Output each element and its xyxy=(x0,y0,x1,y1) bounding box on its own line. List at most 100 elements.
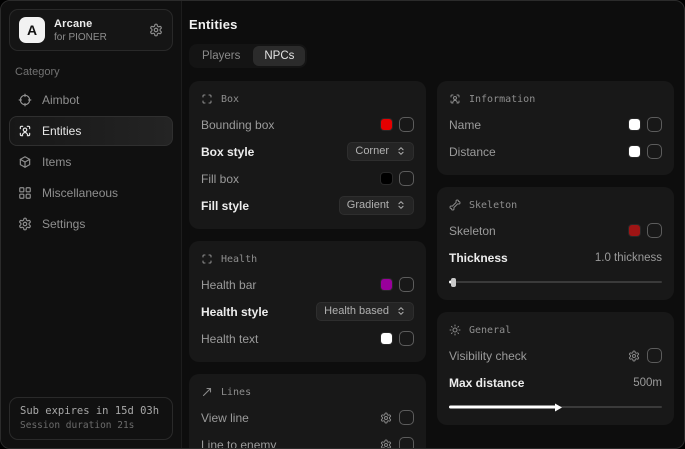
health-text-row: Health text xyxy=(201,328,414,349)
grid-icon xyxy=(18,186,32,200)
sub-expiry-text: Sub expires in 15d 03h xyxy=(20,405,162,417)
sidebar-item-aimbot[interactable]: Aimbot xyxy=(9,85,173,115)
main-panel: Entities Players NPCs Box Bounding box xyxy=(182,1,684,448)
fill-style-select[interactable]: Gradient xyxy=(339,196,414,215)
row-label: Health bar xyxy=(201,278,256,292)
fill-box-checkbox[interactable] xyxy=(399,171,414,186)
select-value: Health based xyxy=(324,305,389,317)
visibility-check-checkbox[interactable] xyxy=(647,348,662,363)
scan-brackets-icon xyxy=(201,253,213,265)
chevrons-up-down-icon xyxy=(396,200,406,210)
card-title: Information xyxy=(469,94,535,105)
tab-npcs[interactable]: NPCs xyxy=(253,46,305,66)
health-card-header: Health xyxy=(201,251,414,268)
health-style-select[interactable]: Health based xyxy=(316,302,414,321)
box-card: Box Bounding box Box style Corner xyxy=(189,81,426,229)
sidebar-item-label: Items xyxy=(42,155,71,169)
chevrons-up-down-icon xyxy=(396,146,406,156)
max-distance-row: Max distance 500m xyxy=(449,372,662,393)
brand-text: Arcane for PIONER xyxy=(54,18,107,43)
row-label: Max distance xyxy=(449,376,524,390)
box-style-select[interactable]: Corner xyxy=(347,142,414,161)
card-title: General xyxy=(469,325,511,336)
bounding-box-row: Bounding box xyxy=(201,114,414,135)
name-checkbox[interactable] xyxy=(647,117,662,132)
user-scan-icon xyxy=(449,93,461,105)
color-swatch[interactable] xyxy=(381,279,392,290)
row-label: Name xyxy=(449,118,481,132)
slider-handle[interactable] xyxy=(555,403,562,411)
brand-card: A Arcane for PIONER xyxy=(9,9,173,51)
row-label: Skeleton xyxy=(449,224,496,238)
card-title: Skeleton xyxy=(469,200,517,211)
page-title: Entities xyxy=(189,17,674,32)
sidebar-item-items[interactable]: Items xyxy=(9,147,173,177)
gear-icon xyxy=(18,217,32,231)
thickness-value: 1.0 thickness xyxy=(595,252,662,264)
row-label: Health style xyxy=(201,305,268,319)
gear-icon xyxy=(628,350,640,362)
information-card-header: Information xyxy=(449,91,662,108)
color-swatch[interactable] xyxy=(629,146,640,157)
name-row: Name xyxy=(449,114,662,135)
color-swatch[interactable] xyxy=(629,119,640,130)
sidebar-item-label: Settings xyxy=(42,217,85,231)
left-column: Box Bounding box Box style Corner xyxy=(189,81,426,448)
app-subtitle: for PIONER xyxy=(54,32,107,43)
max-distance-slider[interactable] xyxy=(449,402,662,412)
settings-gear-button[interactable] xyxy=(149,23,163,37)
general-card-header: General xyxy=(449,322,662,339)
color-swatch[interactable] xyxy=(381,119,392,130)
distance-checkbox[interactable] xyxy=(647,144,662,159)
row-label: View line xyxy=(201,411,249,425)
bounding-box-checkbox[interactable] xyxy=(399,117,414,132)
app-logo: A xyxy=(19,17,45,43)
row-label: Thickness xyxy=(449,251,508,265)
row-label: Health text xyxy=(201,332,258,346)
slider-track xyxy=(449,281,662,283)
line-to-enemy-settings-button[interactable] xyxy=(380,439,392,449)
slider-handle[interactable] xyxy=(451,278,456,287)
color-swatch[interactable] xyxy=(629,225,640,236)
view-line-row: View line xyxy=(201,407,414,428)
lines-card-header: Lines xyxy=(201,384,414,401)
gear-icon xyxy=(149,23,163,37)
general-card: General Visibility check Max distance xyxy=(437,312,674,425)
package-icon xyxy=(18,155,32,169)
fill-style-row: Fill style Gradient xyxy=(201,195,414,216)
sidebar-item-miscellaneous[interactable]: Miscellaneous xyxy=(9,178,173,208)
row-label: Distance xyxy=(449,145,496,159)
skeleton-card-header: Skeleton xyxy=(449,197,662,214)
color-swatch[interactable] xyxy=(381,173,392,184)
subscription-card: Sub expires in 15d 03h Session duration … xyxy=(9,397,173,440)
slider-fill xyxy=(449,406,556,409)
view-line-settings-button[interactable] xyxy=(380,412,392,424)
line-to-enemy-checkbox[interactable] xyxy=(399,437,414,448)
skeleton-checkbox[interactable] xyxy=(647,223,662,238)
select-value: Corner xyxy=(355,145,389,157)
sun-icon xyxy=(449,324,461,336)
color-swatch[interactable] xyxy=(381,333,392,344)
health-card: Health Health bar Health style Health ba… xyxy=(189,241,426,362)
row-label: Visibility check xyxy=(449,349,527,363)
sidebar-item-settings[interactable]: Settings xyxy=(9,209,173,239)
visibility-check-settings-button[interactable] xyxy=(628,350,640,362)
right-column: Information Name Distance xyxy=(437,81,674,425)
category-label: Category xyxy=(15,66,167,78)
crosshair-icon xyxy=(18,93,32,107)
gear-icon xyxy=(380,412,392,424)
sidebar-item-label: Aimbot xyxy=(42,93,79,107)
lines-card: Lines View line Line to enemy xyxy=(189,374,426,448)
session-duration-text: Session duration 21s xyxy=(20,420,162,431)
sidebar-item-entities[interactable]: Entities xyxy=(9,116,173,146)
thickness-slider[interactable] xyxy=(449,277,662,287)
health-text-checkbox[interactable] xyxy=(399,331,414,346)
skeleton-row: Skeleton xyxy=(449,220,662,241)
app-window: A Arcane for PIONER Category Aimbot Enti… xyxy=(0,0,685,449)
health-bar-checkbox[interactable] xyxy=(399,277,414,292)
select-value: Gradient xyxy=(347,199,389,211)
entities-scan-icon xyxy=(18,124,32,138)
view-line-checkbox[interactable] xyxy=(399,410,414,425)
card-title: Lines xyxy=(221,387,251,398)
tab-players[interactable]: Players xyxy=(191,46,251,66)
